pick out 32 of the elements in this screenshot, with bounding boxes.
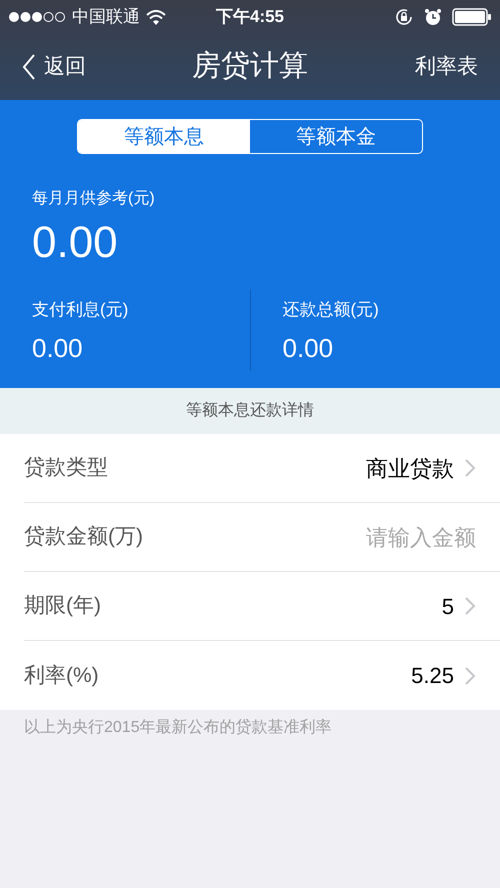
chevron-right-icon bbox=[464, 666, 476, 686]
rotation-lock-icon bbox=[394, 7, 414, 27]
wifi-icon bbox=[146, 10, 166, 24]
select-field[interactable]: 5.25 bbox=[411, 659, 476, 692]
form-label: 贷款金额(万) bbox=[24, 524, 144, 550]
carrier-text: 中国联通 bbox=[72, 6, 140, 28]
select-field[interactable]: 商业贷款 bbox=[366, 452, 476, 484]
detail-header: 等额本息还款详情 bbox=[0, 388, 500, 434]
form-label: 期限(年) bbox=[24, 593, 102, 620]
stat-label: 支付利息(元) bbox=[32, 299, 130, 321]
stat-value: 0.00 bbox=[282, 332, 334, 364]
select-field[interactable]: 5 bbox=[442, 590, 476, 622]
stat-value: 0.00 bbox=[32, 332, 84, 364]
chevron-right-icon bbox=[464, 596, 476, 616]
alarm-icon bbox=[424, 8, 442, 26]
segment-tab[interactable]: 等额本金 bbox=[250, 120, 422, 153]
chevron-right-icon bbox=[464, 458, 476, 478]
page-title: 房贷计算 bbox=[192, 49, 308, 84]
footnote-text: 以上为央行2015年最新公布的贷款基准利率 bbox=[23, 718, 333, 738]
status-time: 下午4:55 bbox=[216, 6, 284, 28]
amount-input[interactable]: 请输入金额 bbox=[276, 520, 476, 554]
battery-icon bbox=[452, 8, 492, 26]
form-label: 利率(%) bbox=[24, 662, 100, 689]
monthly-payment-label: 每月月供参考(元) bbox=[31, 188, 156, 209]
chevron-left-icon bbox=[22, 53, 36, 81]
rate-table-button[interactable]: 利率表 bbox=[415, 51, 478, 83]
segment-tab[interactable]: 等额本息 bbox=[78, 120, 250, 153]
stat-label: 还款总额(元) bbox=[282, 299, 380, 321]
form-label: 贷款类型 bbox=[24, 455, 109, 482]
signal-icon bbox=[8, 11, 66, 23]
monthly-payment-value: 0.00 bbox=[31, 217, 119, 269]
back-button[interactable]: 返回 bbox=[22, 51, 86, 83]
